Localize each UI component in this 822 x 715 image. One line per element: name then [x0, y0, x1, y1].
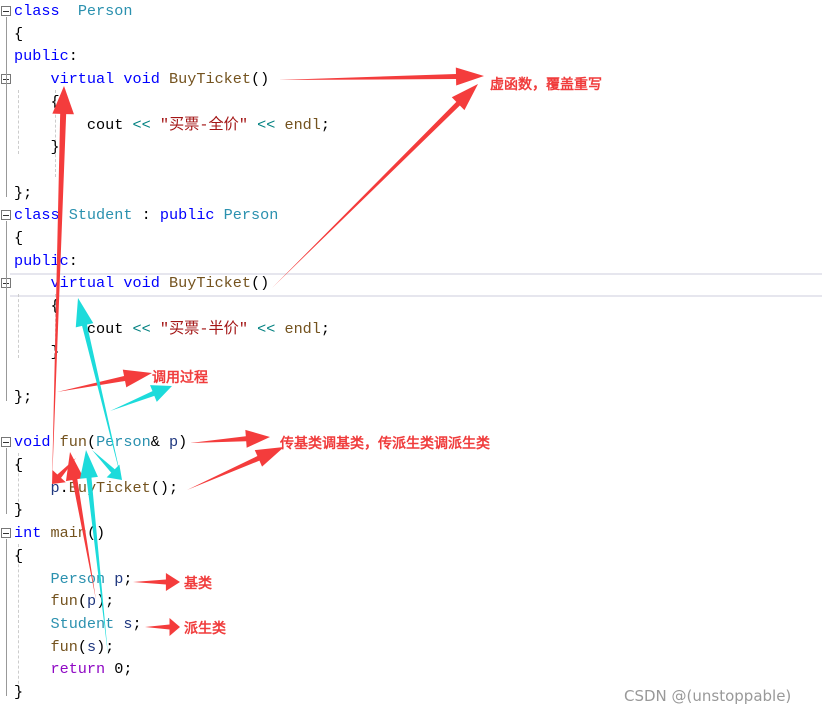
- annotation-arrows: [52, 67, 484, 655]
- annotation-arrow: [80, 450, 108, 655]
- annotation-arrow: [133, 573, 180, 591]
- annotation-arrow: [52, 86, 74, 485]
- annotation-arrow: [110, 385, 172, 411]
- annotation-arrow: [187, 447, 284, 490]
- annotation-arrow: [75, 298, 122, 482]
- annotation-arrow: [145, 618, 180, 636]
- annotation-arrow: [272, 84, 478, 288]
- annotation-arrow: [57, 369, 152, 392]
- annotation-arrow: [278, 67, 484, 86]
- annotation-arrow: [190, 429, 270, 448]
